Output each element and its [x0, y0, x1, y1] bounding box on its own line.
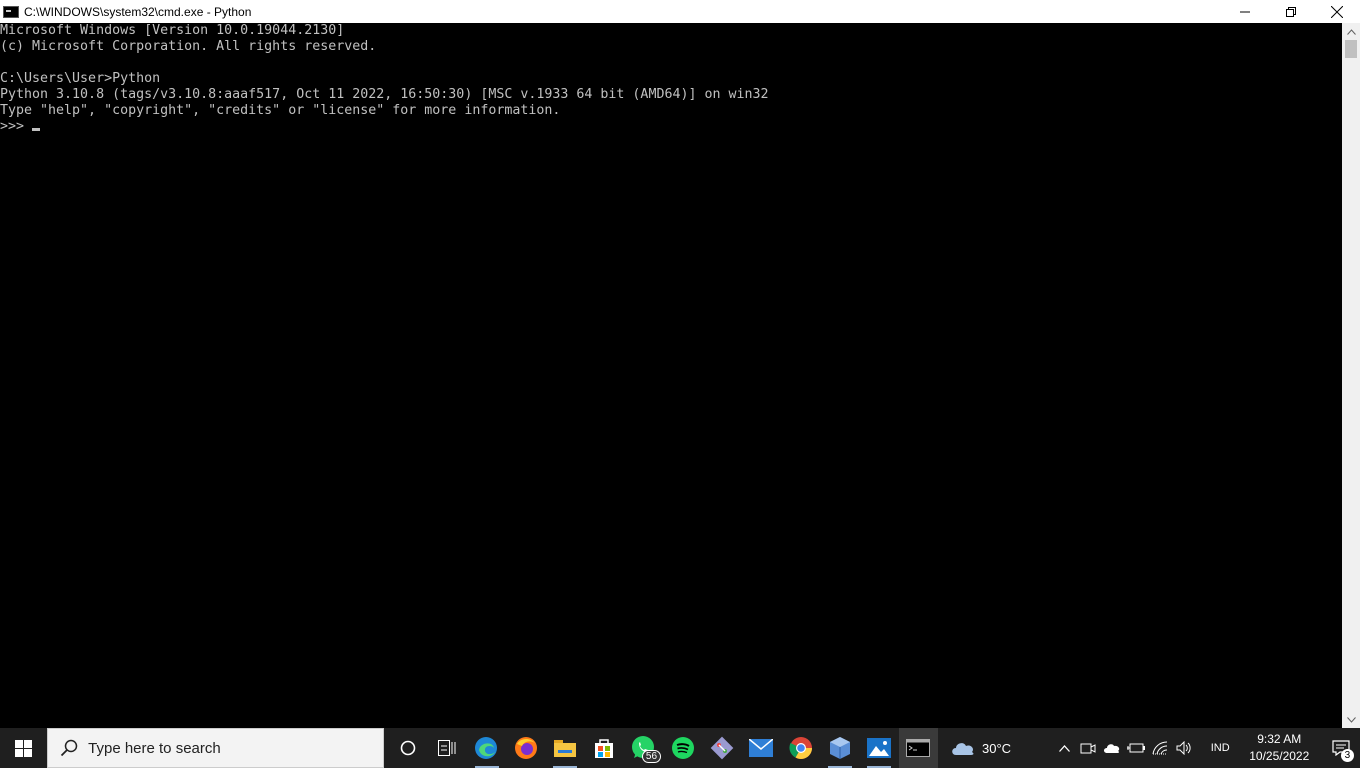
photos-icon	[867, 738, 892, 758]
console-line: Microsoft Windows [Version 10.0.19044.21…	[0, 23, 345, 38]
show-hidden-icons-button[interactable]	[1052, 728, 1076, 768]
virtualbox-icon	[829, 737, 850, 759]
search-box[interactable]: Type here to search	[47, 728, 385, 768]
cmd-icon	[3, 5, 19, 18]
language-indicator[interactable]: IND	[1204, 742, 1235, 754]
clock[interactable]: 9:32 AM 10/25/2022	[1242, 731, 1317, 765]
file-explorer-icon	[553, 740, 576, 757]
python-prompt: >>>	[0, 119, 33, 134]
cmd-taskbar-icon	[906, 739, 931, 757]
window-title: C:\WINDOWS\system32\cmd.exe - Python	[24, 4, 252, 19]
close-button[interactable]	[1314, 0, 1360, 23]
console-line: (c) Microsoft Corporation. All rights re…	[0, 39, 377, 54]
edge-icon	[475, 737, 498, 759]
cortana-button[interactable]	[388, 728, 427, 768]
console-line: Type "help", "copyright", "credits" or "…	[0, 103, 561, 118]
vertical-scrollbar[interactable]	[1342, 23, 1360, 728]
battery-button[interactable]	[1124, 728, 1148, 768]
scrollbar-thumb[interactable]	[1345, 40, 1357, 58]
taskbar-app-spotify[interactable]	[663, 728, 702, 768]
start-button[interactable]	[0, 728, 47, 768]
console-line: Python 3.10.8 (tags/v3.10.8:aaaf517, Oct…	[0, 87, 769, 102]
text-cursor	[32, 128, 41, 131]
cortana-icon	[400, 740, 416, 756]
cloud-icon	[952, 743, 974, 755]
microsoft-store-icon	[595, 739, 614, 758]
spotify-icon	[671, 737, 694, 759]
taskbar-app-microsoft-store[interactable]	[584, 728, 623, 768]
meet-now-icon	[1080, 743, 1096, 754]
taskbar-app-git[interactable]	[702, 728, 741, 768]
wifi-icon	[1152, 741, 1168, 755]
chevron-down-icon	[1346, 716, 1356, 723]
git-icon	[710, 736, 734, 760]
task-view-button[interactable]	[427, 728, 466, 768]
taskbar-app-chrome[interactable]	[781, 728, 820, 768]
taskbar-app-cmd[interactable]	[898, 728, 939, 768]
battery-icon	[1127, 743, 1146, 753]
notification-center-button[interactable]: 3	[1323, 728, 1360, 768]
volume-button[interactable]	[1172, 728, 1196, 768]
task-view-icon	[438, 740, 456, 756]
clock-time: 9:32 AM	[1257, 732, 1302, 746]
restore-icon	[1286, 6, 1296, 17]
restore-button[interactable]	[1268, 0, 1314, 23]
whatsapp-badge: 56	[641, 750, 662, 763]
search-placeholder: Type here to search	[88, 739, 221, 757]
clock-date: 10/25/2022	[1249, 749, 1310, 763]
mail-icon	[749, 739, 774, 757]
firefox-icon	[514, 737, 537, 759]
prompt-line[interactable]: >>>	[0, 119, 1342, 135]
taskbar-app-edge[interactable]	[467, 728, 506, 768]
chevron-up-icon	[1059, 744, 1070, 752]
weather-temperature: 30°C	[982, 740, 1012, 756]
volume-icon	[1176, 741, 1192, 755]
scroll-down-button[interactable]	[1342, 711, 1360, 728]
chevron-up-icon	[1346, 28, 1356, 35]
search-icon	[61, 739, 78, 757]
taskbar-app-whatsapp[interactable]: 56	[624, 728, 663, 768]
window-controls	[1222, 0, 1360, 23]
console-line: C:\Users\User>Python	[0, 71, 161, 86]
taskbar-app-photos[interactable]	[859, 728, 898, 768]
minimize-button[interactable]	[1222, 0, 1268, 23]
notification-count: 3	[1340, 749, 1354, 762]
meet-now-button[interactable]	[1076, 728, 1100, 768]
weather-widget[interactable]: 30°C	[950, 740, 1034, 756]
chrome-icon	[788, 737, 812, 759]
system-tray	[1052, 728, 1196, 768]
minimize-icon	[1240, 11, 1250, 12]
console-output[interactable]: Microsoft Windows [Version 10.0.19044.21…	[0, 23, 1342, 728]
taskbar-app-virtualbox[interactable]	[820, 728, 859, 768]
title-bar: C:\WINDOWS\system32\cmd.exe - Python	[0, 0, 1360, 23]
taskbar: Type here to search 56 30°C IND 9:32 AM …	[0, 728, 1360, 768]
close-icon	[1331, 5, 1343, 18]
onedrive-button[interactable]	[1100, 728, 1124, 768]
taskbar-app-mail[interactable]	[742, 728, 781, 768]
taskbar-app-firefox[interactable]	[506, 728, 545, 768]
windows-icon	[15, 739, 33, 757]
taskbar-app-file-explorer[interactable]	[545, 728, 584, 768]
onedrive-icon	[1104, 744, 1120, 753]
wifi-button[interactable]	[1148, 728, 1172, 768]
scroll-up-button[interactable]	[1342, 23, 1360, 40]
